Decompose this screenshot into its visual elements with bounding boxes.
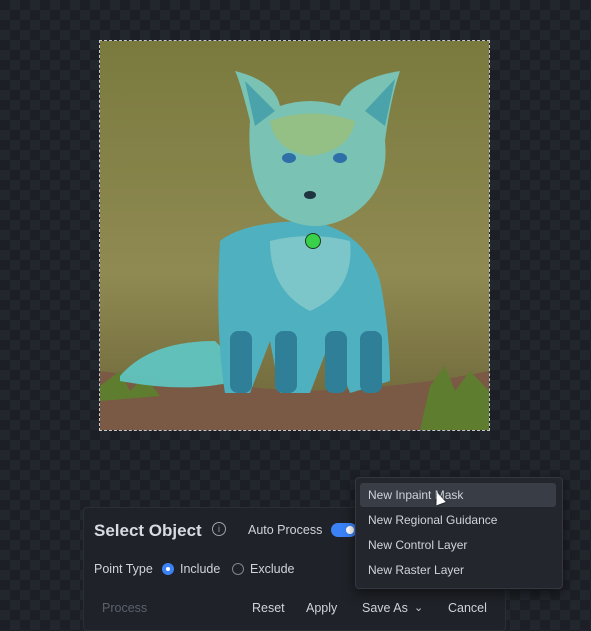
save-as-button[interactable]: Save As [362, 601, 408, 615]
auto-process-label: Auto Process [248, 523, 323, 537]
fox-image [100, 41, 489, 430]
menu-item-new-regional-guidance[interactable]: New Regional Guidance [360, 508, 556, 532]
auto-process-toggle[interactable] [331, 523, 357, 537]
process-button[interactable]: Process [102, 601, 147, 615]
include-radio[interactable] [162, 563, 174, 575]
panel-title: Select Object [94, 521, 202, 540]
cancel-button[interactable]: Cancel [448, 601, 487, 615]
chevron-down-icon[interactable]: ⌄ [414, 601, 423, 614]
include-radio-label[interactable]: Include [180, 562, 220, 576]
apply-button[interactable]: Apply [306, 601, 337, 615]
canvas-image[interactable] [99, 40, 490, 431]
selection-point-marker[interactable] [305, 233, 321, 249]
toggle-knob [346, 526, 354, 534]
menu-item-new-raster-layer[interactable]: New Raster Layer [360, 558, 556, 582]
menu-item-new-control-layer[interactable]: New Control Layer [360, 533, 556, 557]
menu-item-new-inpaint-mask[interactable]: New Inpaint Mask [360, 483, 556, 507]
reset-button[interactable]: Reset [252, 601, 285, 615]
exclude-radio[interactable] [232, 563, 244, 575]
save-as-dropdown-menu: New Inpaint Mask New Regional Guidance N… [355, 477, 563, 589]
point-type-label: Point Type [94, 562, 153, 576]
info-icon[interactable]: i [212, 522, 226, 536]
exclude-radio-label[interactable]: Exclude [250, 562, 294, 576]
